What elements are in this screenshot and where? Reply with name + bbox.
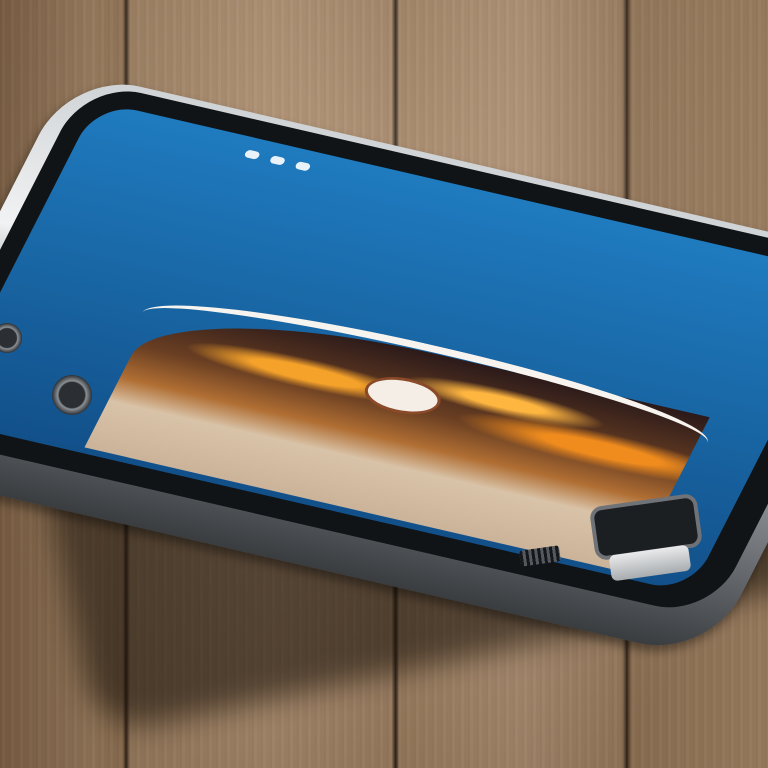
wifi-icon — [268, 155, 287, 166]
smartphone — [0, 0, 768, 768]
status-bar — [238, 139, 486, 221]
hero-arc — [126, 281, 724, 474]
signal-icon — [243, 149, 261, 160]
side-button — [52, 375, 92, 415]
screen-headline — [174, 207, 622, 310]
battery-icon — [294, 161, 312, 172]
